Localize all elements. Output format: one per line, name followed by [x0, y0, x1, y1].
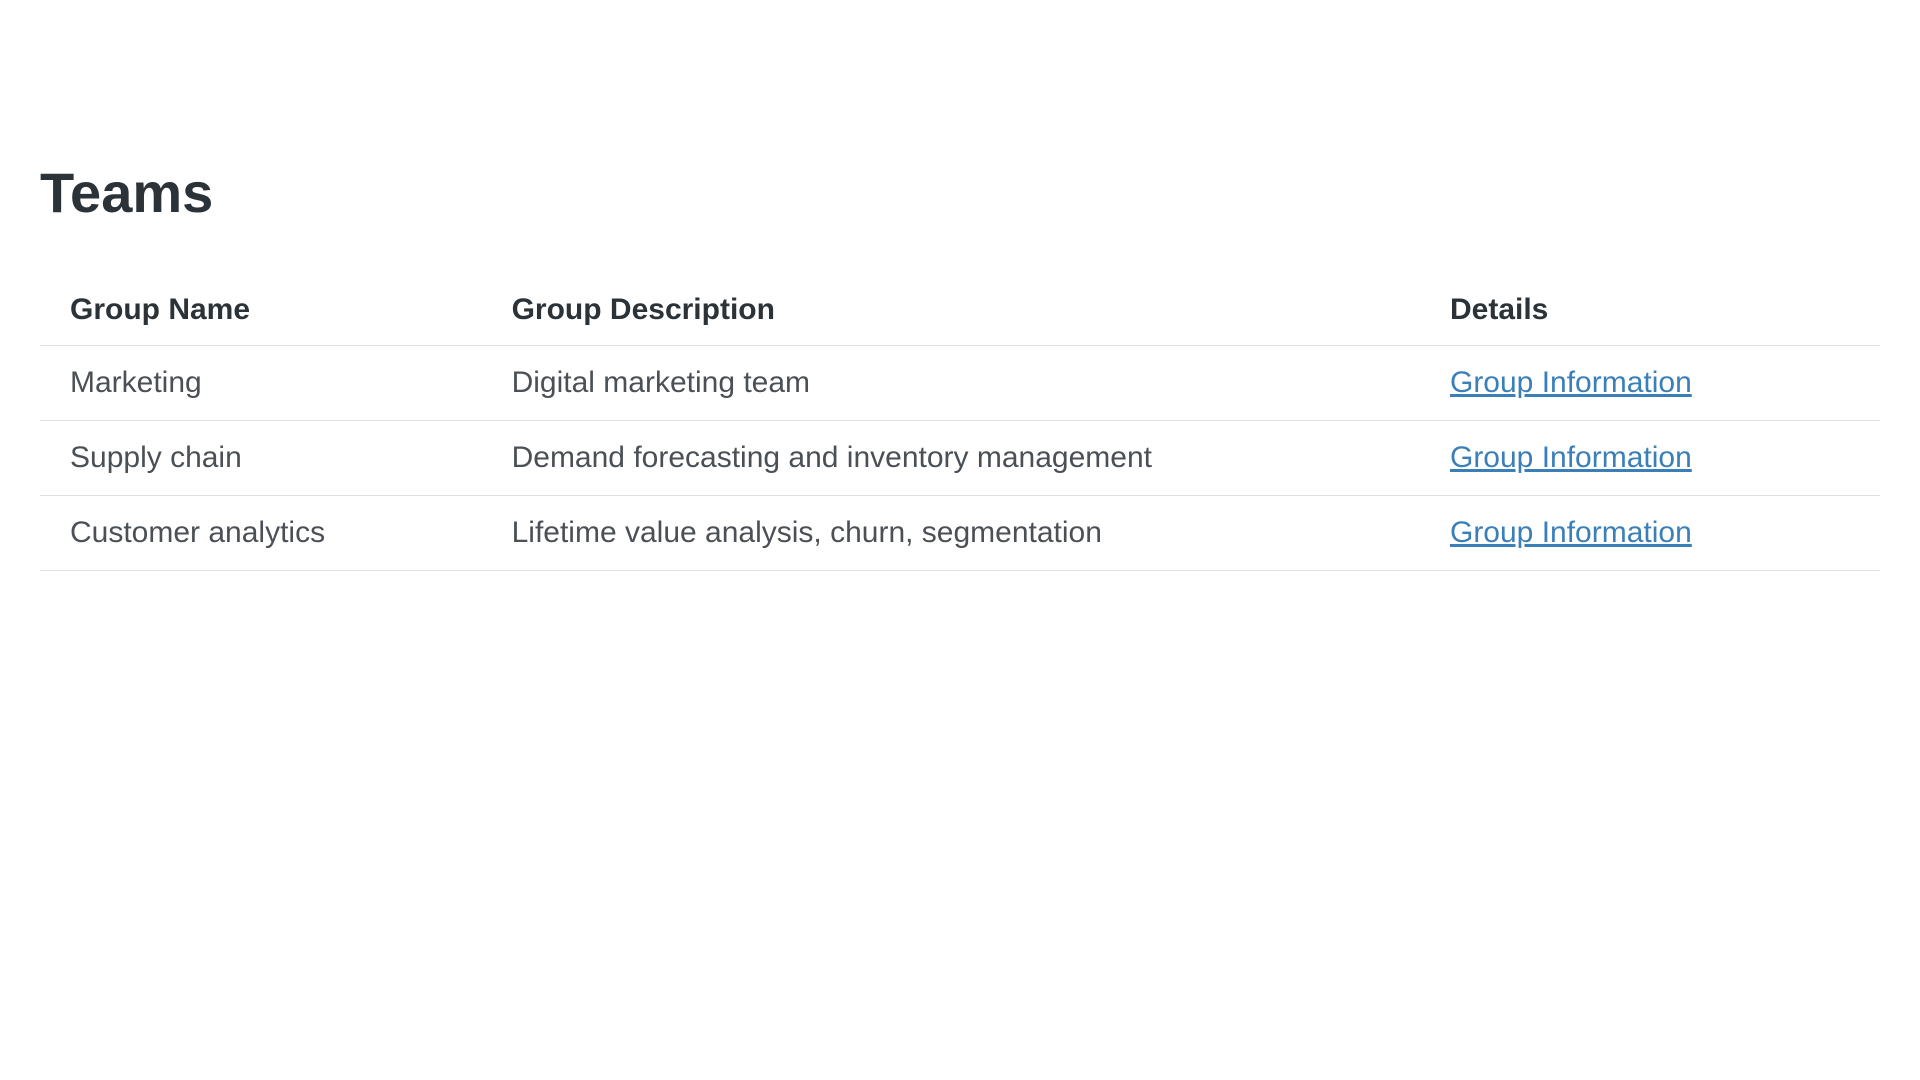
cell-details: Group Information — [1420, 421, 1880, 496]
cell-details: Group Information — [1420, 496, 1880, 571]
cell-group-description: Digital marketing team — [482, 346, 1420, 421]
cell-group-description: Lifetime value analysis, churn, segmenta… — [482, 496, 1420, 571]
cell-group-description: Demand forecasting and inventory managem… — [482, 421, 1420, 496]
table-row: Supply chain Demand forecasting and inve… — [40, 421, 1880, 496]
group-information-link[interactable]: Group Information — [1450, 366, 1692, 399]
cell-group-name: Customer analytics — [40, 496, 482, 571]
cell-group-name: Supply chain — [40, 421, 482, 496]
column-header-description: Group Description — [482, 275, 1420, 346]
table-header-row: Group Name Group Description Details — [40, 275, 1880, 346]
cell-details: Group Information — [1420, 346, 1880, 421]
group-information-link[interactable]: Group Information — [1450, 516, 1692, 549]
table-row: Marketing Digital marketing team Group I… — [40, 346, 1880, 421]
group-information-link[interactable]: Group Information — [1450, 441, 1692, 474]
column-header-details: Details — [1420, 275, 1880, 346]
column-header-name: Group Name — [40, 275, 482, 346]
page-title: Teams — [40, 160, 1880, 225]
teams-table: Group Name Group Description Details Mar… — [40, 275, 1880, 571]
cell-group-name: Marketing — [40, 346, 482, 421]
table-row: Customer analytics Lifetime value analys… — [40, 496, 1880, 571]
